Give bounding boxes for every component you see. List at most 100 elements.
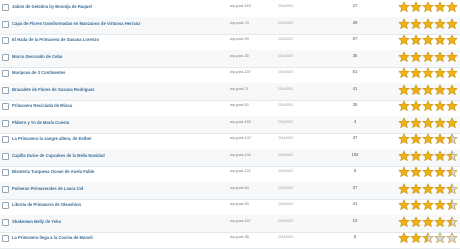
star-icon[interactable] [434, 50, 446, 63]
star-icon[interactable] [422, 215, 434, 228]
post-title-link[interactable]: Plátero y Yo de María Cuesta [12, 120, 69, 125]
post-title-link[interactable]: Pulseras Primaverales de Laura Cid [12, 186, 83, 191]
star-rating[interactable] [398, 199, 458, 211]
star-icon[interactable] [398, 17, 410, 30]
post-title-link[interactable]: Capilla Dulce de Cupcakes de la Bella Na… [12, 153, 105, 158]
star-icon[interactable] [410, 199, 422, 211]
star-icon[interactable] [422, 149, 434, 162]
star-icon[interactable] [434, 34, 446, 46]
row-checkbox[interactable] [2, 20, 9, 28]
star-icon[interactable] [422, 100, 434, 112]
star-icon[interactable] [434, 182, 446, 195]
star-icon[interactable] [446, 17, 458, 30]
post-title-link[interactable]: Librota de Primavera de Oleashion [12, 202, 81, 207]
star-icon[interactable] [398, 1, 410, 13]
star-icon[interactable] [434, 199, 446, 211]
star-icon[interactable] [422, 232, 434, 244]
star-icon[interactable] [410, 100, 422, 112]
star-icon[interactable] [422, 83, 434, 96]
post-title-link[interactable]: Jabón de Gelatina by Bonnija de Raquel [12, 4, 92, 9]
star-icon[interactable] [410, 17, 422, 30]
star-icon[interactable] [398, 67, 410, 79]
star-icon[interactable] [410, 182, 422, 195]
star-icon[interactable] [410, 166, 422, 178]
row-checkbox[interactable] [2, 86, 9, 94]
star-icon[interactable] [398, 182, 410, 195]
row-checkbox[interactable] [2, 235, 9, 242]
star-rating[interactable] [398, 1, 458, 13]
star-icon[interactable] [422, 133, 434, 145]
row-checkbox[interactable] [2, 136, 9, 143]
star-icon[interactable] [446, 182, 458, 195]
star-icon[interactable] [434, 1, 446, 13]
star-icon[interactable] [422, 34, 434, 46]
post-title-link[interactable]: Mariposa de 3 Continentes [12, 70, 65, 75]
star-icon[interactable] [446, 83, 458, 96]
star-icon[interactable] [446, 116, 458, 129]
star-icon[interactable] [434, 215, 446, 228]
star-rating[interactable] [398, 149, 458, 162]
star-rating[interactable] [398, 100, 458, 112]
row-checkbox[interactable] [2, 53, 9, 61]
star-icon[interactable] [422, 1, 434, 13]
star-icon[interactable] [446, 199, 458, 211]
star-icon[interactable] [398, 149, 410, 162]
star-icon[interactable] [410, 232, 422, 244]
post-title-link[interactable]: Marco Decorado de Ceba [12, 54, 62, 59]
post-title-link[interactable]: Bracalete de Flores de Susana Rodríguez [12, 87, 94, 92]
star-icon[interactable] [410, 83, 422, 96]
star-icon[interactable] [398, 83, 410, 96]
star-icon[interactable] [410, 67, 422, 79]
post-title-link[interactable]: Capa de Flores transformadas en Manzanos… [12, 21, 140, 26]
star-icon[interactable] [422, 199, 434, 211]
star-icon[interactable] [434, 149, 446, 162]
star-rating[interactable] [398, 67, 458, 79]
star-icon[interactable] [422, 67, 434, 79]
star-icon[interactable] [410, 1, 422, 13]
star-icon[interactable] [434, 67, 446, 79]
row-checkbox[interactable] [2, 218, 9, 226]
row-checkbox[interactable] [2, 37, 9, 44]
star-rating[interactable] [398, 50, 458, 63]
star-icon[interactable] [446, 67, 458, 79]
star-icon[interactable] [398, 100, 410, 112]
post-title-link[interactable]: La Primavera la sangre altera, de Esther [12, 136, 92, 141]
star-rating[interactable] [398, 133, 458, 145]
star-icon[interactable] [422, 182, 434, 195]
post-title-link[interactable]: El Hada de la Primavera de Susana Lorenz… [12, 37, 99, 42]
star-icon[interactable] [422, 116, 434, 129]
star-icon[interactable] [446, 1, 458, 13]
star-icon[interactable] [410, 34, 422, 46]
star-icon[interactable] [446, 166, 458, 178]
star-icon[interactable] [398, 215, 410, 228]
post-title-link[interactable]: Shakeman Belly de Yoko [12, 219, 61, 224]
row-checkbox[interactable] [2, 119, 9, 127]
star-icon[interactable] [410, 133, 422, 145]
row-checkbox[interactable] [2, 152, 9, 160]
star-icon[interactable] [398, 116, 410, 129]
star-icon[interactable] [434, 133, 446, 145]
post-title-link[interactable]: Primavera Reciclada de Miosa [12, 103, 72, 108]
star-icon[interactable] [398, 199, 410, 211]
post-title-link[interactable]: Bisutería Turquesa Ocean de Anela Fable [12, 169, 94, 174]
star-icon[interactable] [434, 116, 446, 129]
star-icon[interactable] [398, 50, 410, 63]
row-checkbox[interactable] [2, 4, 9, 11]
row-checkbox[interactable] [2, 70, 9, 77]
star-icon[interactable] [434, 166, 446, 178]
row-checkbox[interactable] [2, 185, 9, 193]
star-icon[interactable] [446, 232, 458, 244]
star-icon[interactable] [422, 50, 434, 63]
star-icon[interactable] [410, 50, 422, 63]
star-icon[interactable] [446, 133, 458, 145]
post-title-link[interactable]: La Primavera llega a la Cocina de Manoli [12, 235, 93, 240]
star-icon[interactable] [446, 34, 458, 46]
star-icon[interactable] [398, 133, 410, 145]
star-rating[interactable] [398, 182, 458, 195]
star-icon[interactable] [434, 100, 446, 112]
star-icon[interactable] [434, 83, 446, 96]
row-checkbox[interactable] [2, 202, 9, 209]
star-rating[interactable] [398, 116, 458, 129]
star-icon[interactable] [410, 149, 422, 162]
star-icon[interactable] [398, 34, 410, 46]
